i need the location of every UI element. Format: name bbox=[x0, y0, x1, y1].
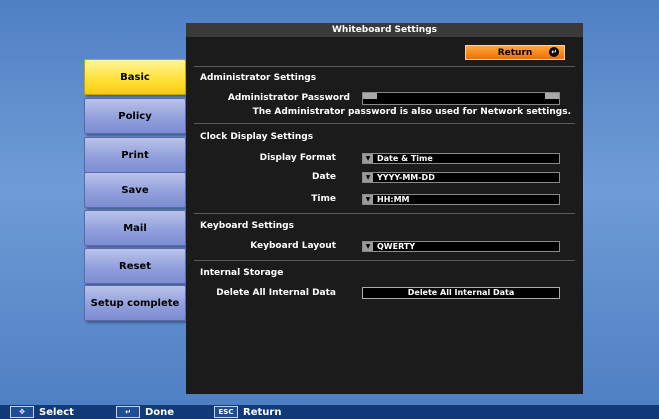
keyboard-layout-dropdown[interactable]: ▼ QWERTY bbox=[362, 241, 560, 252]
time-dropdown[interactable]: ▼ HH:MM bbox=[362, 194, 560, 205]
select-hint: ✥ Select bbox=[10, 406, 74, 418]
display-format-value: Date & Time bbox=[377, 154, 433, 163]
panel-title: Whiteboard Settings bbox=[186, 23, 583, 37]
tab-setup-complete[interactable]: Setup complete bbox=[84, 285, 186, 321]
chevron-down-icon: ▼ bbox=[363, 242, 373, 251]
enter-icon: ↵ bbox=[549, 47, 559, 57]
administrator-password-label: Administrator Password bbox=[227, 93, 350, 103]
tab-print-label: Print bbox=[121, 149, 149, 161]
done-hint-label: Done bbox=[145, 406, 175, 418]
divider bbox=[194, 123, 575, 124]
section-keyboard-settings: Keyboard Settings bbox=[200, 221, 294, 231]
tab-basic-label: Basic bbox=[120, 71, 150, 83]
section-clock-display-settings: Clock Display Settings bbox=[200, 132, 314, 142]
directional-pad-icon: ✥ bbox=[10, 406, 34, 418]
tab-policy[interactable]: Policy bbox=[84, 98, 186, 134]
divider bbox=[194, 213, 575, 214]
tab-save-label: Save bbox=[121, 184, 149, 196]
section-internal-storage: Internal Storage bbox=[200, 268, 284, 278]
tab-print[interactable]: Print bbox=[84, 137, 186, 173]
keyboard-layout-label: Keyboard Layout bbox=[250, 241, 336, 251]
return-hint: ESC Return bbox=[214, 406, 281, 418]
divider bbox=[194, 260, 575, 261]
divider bbox=[194, 66, 575, 67]
date-dropdown[interactable]: ▼ YYYY-MM-DD bbox=[362, 172, 560, 183]
time-value: HH:MM bbox=[377, 195, 410, 204]
tab-setup-complete-label: Setup complete bbox=[90, 297, 180, 309]
tab-mail[interactable]: Mail bbox=[84, 210, 186, 246]
administrator-password-note: The Administrator password is also used … bbox=[252, 107, 571, 117]
tab-save[interactable]: Save bbox=[84, 172, 186, 208]
delete-all-internal-data-label: Delete All Internal Data bbox=[216, 288, 336, 298]
administrator-password-field[interactable] bbox=[362, 92, 560, 105]
return-hint-label: Return bbox=[243, 406, 282, 418]
time-label: Time bbox=[311, 194, 336, 204]
footer-hint-bar: ✥ Select ↵ Done ESC Return bbox=[0, 405, 659, 419]
password-field-right-cap bbox=[545, 93, 559, 99]
tab-basic[interactable]: Basic bbox=[84, 59, 186, 95]
display-format-dropdown[interactable]: ▼ Date & Time bbox=[362, 153, 560, 164]
tab-reset[interactable]: Reset bbox=[84, 248, 186, 284]
esc-key-icon: ESC bbox=[214, 406, 238, 418]
date-label: Date bbox=[312, 172, 336, 182]
delete-all-internal-data-button[interactable]: Delete All Internal Data bbox=[362, 287, 560, 299]
password-field-left-cap bbox=[363, 93, 377, 99]
enter-key-icon: ↵ bbox=[116, 406, 140, 418]
section-administrator-settings: Administrator Settings bbox=[200, 73, 317, 83]
settings-panel: Whiteboard Settings Return ↵ Administrat… bbox=[186, 23, 583, 394]
tab-reset-label: Reset bbox=[119, 260, 151, 272]
date-value: YYYY-MM-DD bbox=[377, 173, 435, 182]
return-button-label: Return bbox=[497, 47, 533, 58]
done-hint: ↵ Done bbox=[116, 406, 174, 418]
chevron-down-icon: ▼ bbox=[363, 154, 373, 163]
keyboard-layout-value: QWERTY bbox=[377, 242, 416, 251]
display-format-label: Display Format bbox=[259, 153, 336, 163]
return-button[interactable]: Return ↵ bbox=[465, 45, 565, 60]
select-hint-label: Select bbox=[39, 406, 74, 418]
tab-mail-label: Mail bbox=[123, 222, 147, 234]
chevron-down-icon: ▼ bbox=[363, 173, 373, 182]
tab-policy-label: Policy bbox=[118, 110, 152, 122]
chevron-down-icon: ▼ bbox=[363, 195, 373, 204]
